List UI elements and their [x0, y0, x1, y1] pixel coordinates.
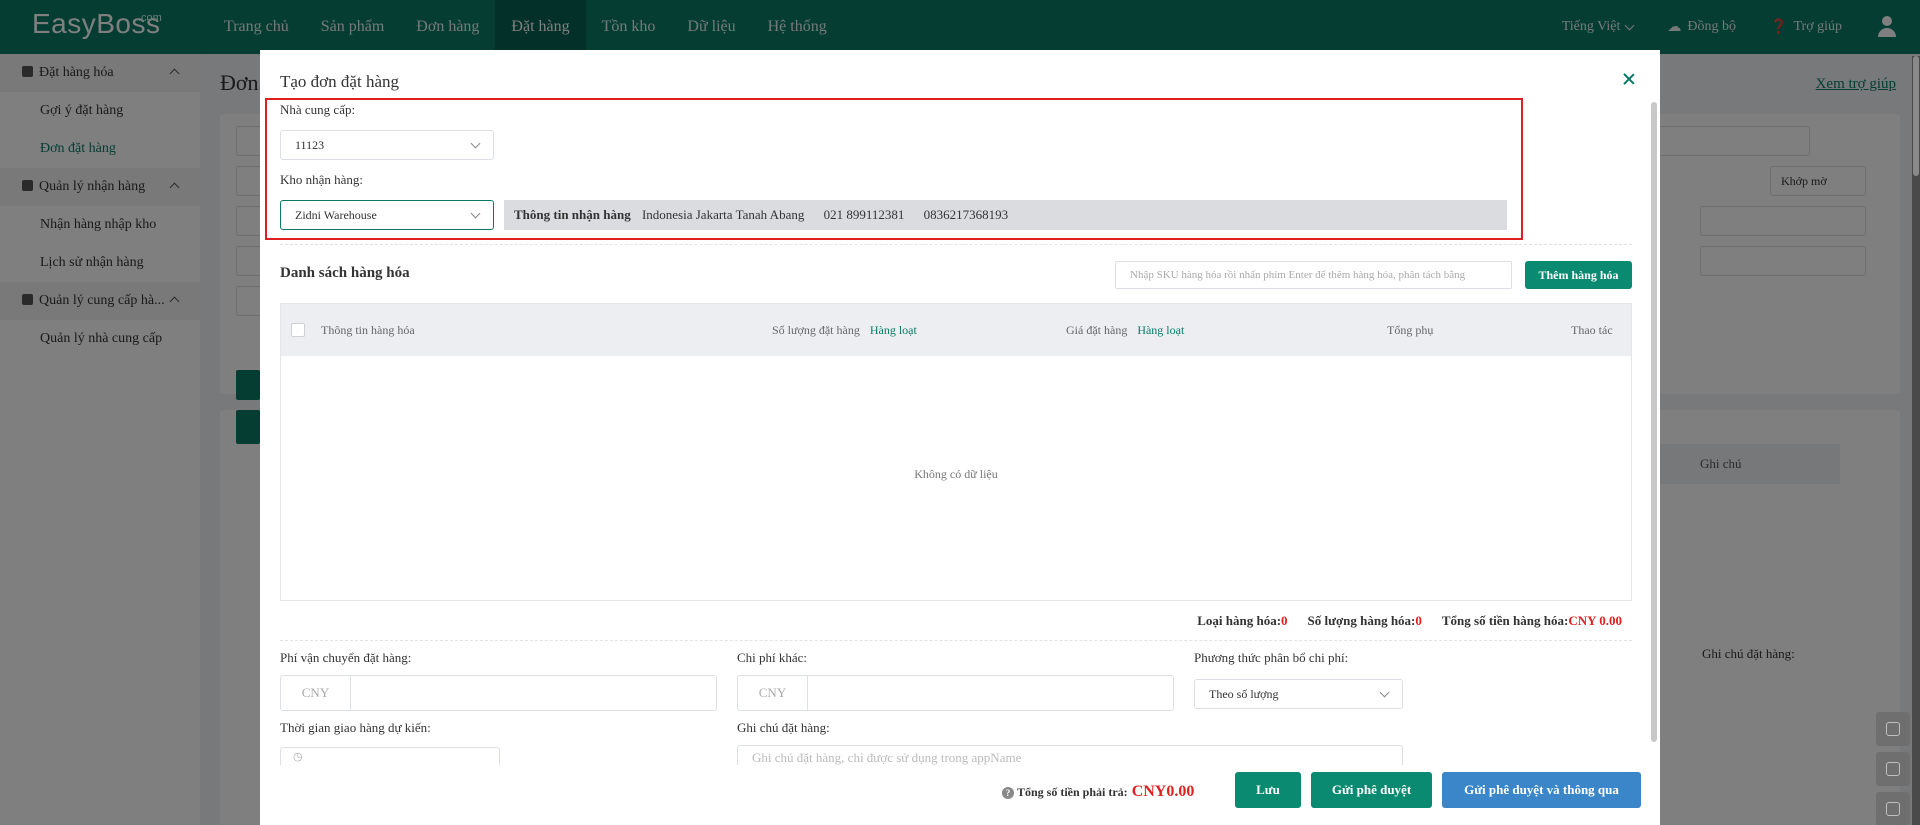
- batch-qty-link[interactable]: Hàng loạt: [870, 323, 917, 337]
- supplier-select[interactable]: 11123: [280, 130, 494, 160]
- headset-icon[interactable]: [1876, 712, 1910, 746]
- submit-approval-button[interactable]: Gửi phê duyệt: [1311, 772, 1432, 808]
- col-action: Thao tác: [1571, 323, 1613, 337]
- receiving-info-label: Thông tin nhận hàng: [514, 207, 631, 222]
- col-subtotal: Tổng phụ: [1387, 323, 1434, 337]
- question-circle-icon[interactable]: ?: [1002, 787, 1014, 799]
- col-order-price-label: Giá đặt hàng: [1066, 323, 1128, 337]
- goods-table: Thông tin hàng hóa Số lượng đặt hàng Hàng…: [280, 303, 1632, 601]
- goods-list-title: Danh sách hàng hóa: [280, 265, 410, 281]
- summary-qty: Số lượng hàng hóa:0: [1308, 613, 1422, 629]
- divider: [280, 640, 1632, 641]
- chevron-down-icon: [470, 208, 481, 219]
- supplier-label: Nhà cung cấp:: [280, 102, 356, 117]
- modal-scrollbar[interactable]: [1651, 102, 1657, 742]
- summary-types: Loại hàng hóa:0: [1197, 613, 1287, 629]
- summary-types-value: 0: [1281, 613, 1288, 628]
- batch-price-link[interactable]: Hàng loạt: [1137, 323, 1184, 337]
- chevron-down-icon: [1379, 687, 1390, 698]
- close-icon[interactable]: [1620, 70, 1638, 88]
- payable-total-label: Tổng số tiền phải trả:: [1017, 785, 1128, 799]
- refresh-icon[interactable]: [1876, 792, 1910, 825]
- page-scrollbar[interactable]: [1912, 56, 1920, 825]
- summary-total: Tổng số tiền hàng hóa:CNY 0.00: [1442, 613, 1622, 629]
- scrollbar-thumb[interactable]: [1913, 56, 1919, 176]
- currency-prefix: CNY: [738, 676, 808, 710]
- chevron-down-icon: [470, 138, 481, 149]
- other-fee-label: Chi phí khác:: [737, 650, 808, 665]
- add-goods-button[interactable]: Thêm hàng hóa: [1525, 261, 1632, 289]
- summary-total-value: CNY 0.00: [1568, 613, 1622, 628]
- warehouse-select[interactable]: Zidni Warehouse: [280, 200, 494, 230]
- col-order-qty: Số lượng đặt hàng Hàng loạt: [772, 304, 917, 356]
- feedback-icon[interactable]: [1876, 752, 1910, 786]
- save-button[interactable]: Lưu: [1235, 772, 1301, 808]
- goods-table-header: Thông tin hàng hóa Số lượng đặt hàng Hàng…: [281, 304, 1631, 356]
- clock-icon: ◷: [293, 751, 303, 763]
- summary-total-label: Tổng số tiền hàng hóa:: [1441, 613, 1569, 628]
- summary-types-label: Loại hàng hóa:: [1197, 613, 1282, 628]
- receiving-info: Thông tin nhận hàng Indonesia Jakarta Ta…: [504, 200, 1507, 230]
- delivery-date-input[interactable]: ◷: [280, 747, 500, 765]
- select-all-checkbox[interactable]: [291, 323, 305, 337]
- warehouse-value: Zidni Warehouse: [295, 208, 377, 222]
- summary-qty-value: 0: [1415, 613, 1422, 628]
- order-note-placeholder: Ghi chú đặt hàng, chỉ được sử dụng trong…: [752, 750, 1022, 765]
- sku-input[interactable]: Nhập SKU hàng hóa rồi nhấn phím Enter để…: [1115, 261, 1512, 289]
- order-note-input[interactable]: Ghi chú đặt hàng, chỉ được sử dụng trong…: [737, 745, 1403, 765]
- col-order-price: Giá đặt hàng Hàng loạt: [1066, 304, 1184, 356]
- delivery-time-label: Thời gian giao hàng dự kiến:: [280, 720, 431, 735]
- payable-total-value: CNY0.00: [1131, 783, 1195, 800]
- receiving-address: Indonesia Jakarta Tanah Abang: [641, 207, 805, 222]
- create-purchase-order-modal: Tạo đơn đặt hàng Nhà cung cấp: 11123 Kho…: [260, 50, 1660, 825]
- empty-state: Không có dữ liệu: [914, 467, 998, 481]
- supplier-value: 11123: [295, 138, 325, 152]
- shipping-fee-label: Phí vận chuyển đặt hàng:: [280, 650, 412, 665]
- payable-total: ? Tổng số tiền phải trả: CNY0.00: [1002, 783, 1194, 801]
- allocation-value: Theo số lượng: [1209, 687, 1279, 701]
- modal-title: Tạo đơn đặt hàng: [280, 72, 399, 91]
- submit-and-approve-button[interactable]: Gửi phê duyệt và thông qua: [1442, 772, 1641, 808]
- other-fee-input[interactable]: CNY: [737, 675, 1174, 711]
- allocation-label: Phương thức phân bổ chi phí:: [1194, 650, 1349, 665]
- order-note-label: Ghi chú đặt hàng:: [737, 720, 830, 735]
- allocation-select[interactable]: Theo số lượng: [1194, 679, 1403, 709]
- warehouse-label: Kho nhận hàng:: [280, 172, 364, 187]
- shipping-fee-input[interactable]: CNY: [280, 675, 717, 711]
- receiving-phone-2: 0836217368193: [923, 207, 1009, 222]
- col-goods-info: Thông tin hàng hóa: [321, 323, 415, 337]
- goods-summary: Loại hàng hóa:0 Số lượng hàng hóa:0 Tổng…: [1197, 613, 1622, 629]
- col-order-qty-label: Số lượng đặt hàng: [772, 323, 860, 337]
- receiving-phone-1: 021 899112381: [823, 207, 905, 222]
- currency-prefix: CNY: [281, 676, 351, 710]
- summary-qty-label: Số lượng hàng hóa:: [1307, 613, 1416, 628]
- divider: [280, 244, 1632, 245]
